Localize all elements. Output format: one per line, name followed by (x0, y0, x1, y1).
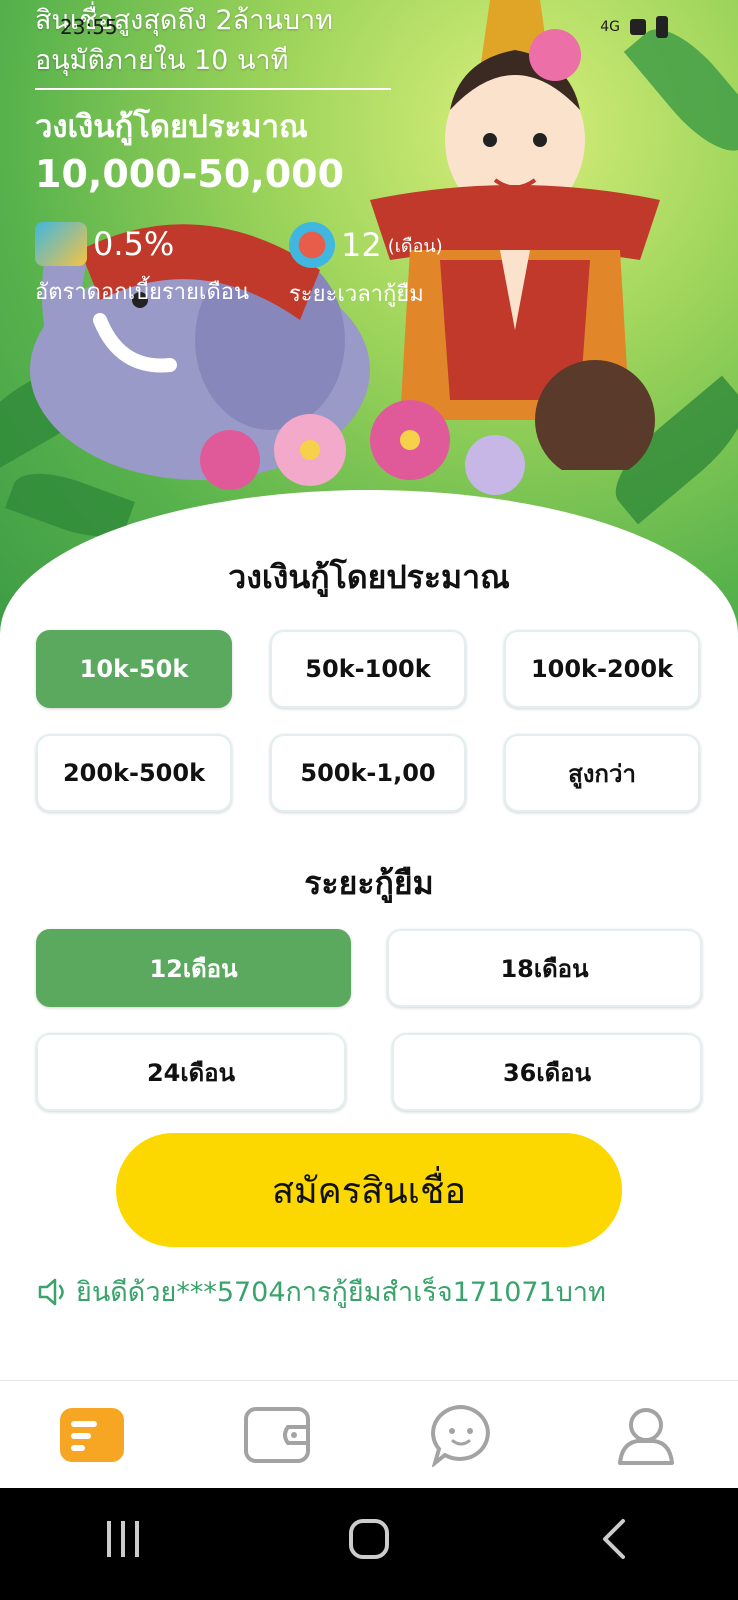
term-stat: 12 (เดือน) ระยะเวลากู้ยืม (288, 222, 443, 311)
status-icons: 4G (600, 16, 668, 38)
term-option-12[interactable]: 12เดือน (36, 929, 351, 1007)
battery-icon (656, 16, 668, 38)
android-nav-bar (0, 1488, 738, 1600)
signal-icon (630, 19, 646, 35)
status-time: 23:55 (60, 15, 118, 39)
amount-option-500k-1m[interactable]: 500k-1,00 (270, 734, 466, 812)
term-label: ระยะเวลากู้ยืม (288, 282, 424, 307)
recent-apps-button[interactable] (83, 1519, 163, 1570)
rate-icon (35, 222, 87, 266)
profile-icon (617, 1408, 674, 1465)
rate-stat: 0.5% อัตราดอกเบี้ยรายเดือน (35, 222, 249, 311)
promo-line-2: อนุมัติภายใน 10 นาที (35, 45, 289, 76)
amount-section-title: วงเงินกู้โดยประมาณ (228, 558, 510, 596)
tab-profile[interactable] (601, 1395, 691, 1475)
network-label: 4G (600, 19, 620, 35)
tab-wallet[interactable] (232, 1395, 322, 1475)
tab-home[interactable] (47, 1395, 137, 1475)
term-option-18[interactable]: 18เดือน (387, 929, 702, 1007)
clock-icon (288, 222, 335, 268)
home-circle-icon (349, 1518, 389, 1559)
term-section-title: ระยะกู้ยืม (304, 864, 434, 902)
hero-title: วงเงินกู้โดยประมาณ (35, 109, 308, 145)
hero-range: 10,000-50,000 (35, 152, 345, 196)
apply-loan-button[interactable]: สมัครสินเชื่อ (116, 1133, 622, 1247)
hero-divider (35, 88, 391, 90)
back-button[interactable] (575, 1517, 655, 1572)
amount-option-50k-100k[interactable]: 50k-100k (270, 630, 466, 708)
back-chevron-icon (603, 1518, 625, 1559)
amount-option-higher[interactable]: สูงกว่า (504, 734, 700, 812)
term-option-24[interactable]: 24เดือน (36, 1033, 346, 1111)
rate-label: อัตราดอกเบี้ยรายเดือน (35, 280, 249, 305)
rate-value: 0.5% (93, 225, 175, 263)
recents-icon (107, 1520, 139, 1557)
speaker-icon (38, 1278, 64, 1305)
term-value: 12 (340, 226, 382, 264)
hero-stats: 0.5% อัตราดอกเบี้ยรายเดือน 12 (เดือน) ระ… (35, 222, 443, 311)
wallet-icon (243, 1407, 310, 1463)
amount-option-200k-500k[interactable]: 200k-500k (36, 734, 232, 812)
term-unit: (เดือน) (387, 235, 443, 257)
amount-option-100k-200k[interactable]: 100k-200k (504, 630, 700, 708)
status-bar: 23:55 4G (60, 14, 668, 40)
tab-messages[interactable] (416, 1395, 506, 1475)
chat-icon (431, 1404, 491, 1467)
bottom-tab-bar (0, 1380, 738, 1489)
ticker-text: ยินดีด้วย***5704การกู้ยืมสำเร็จ171071บาท (76, 1277, 606, 1308)
amount-option-10k-50k[interactable]: 10k-50k (36, 630, 232, 708)
success-ticker: ยินดีด้วย***5704การกู้ยืมสำเร็จ171071บาท (36, 1270, 606, 1313)
home-list-icon (60, 1408, 125, 1462)
term-option-36[interactable]: 36เดือน (392, 1033, 702, 1111)
home-button[interactable] (329, 1517, 409, 1572)
